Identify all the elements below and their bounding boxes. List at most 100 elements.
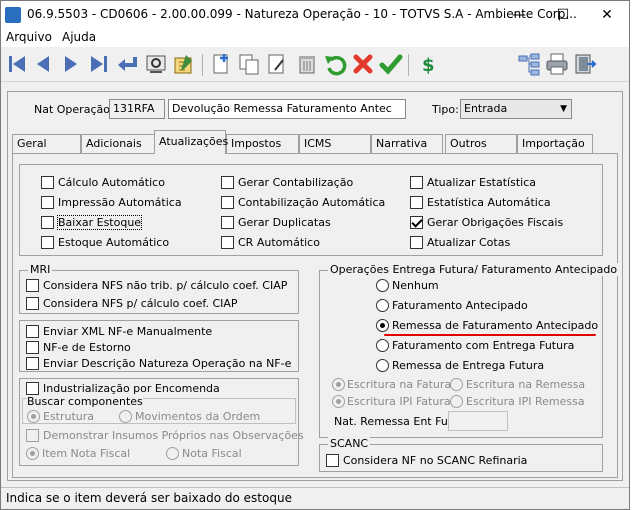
movimentos-radio[interactable] [119, 410, 132, 423]
tipo-select[interactable]: Entrada ▼ [460, 99, 572, 119]
main-window: 06.9.5503 - CD0606 - 2.00.00.099 - Natur… [0, 0, 630, 510]
menu-bar: Arquivo Ajuda [1, 29, 629, 47]
baixar-estoque-checkbox[interactable] [41, 216, 54, 229]
scanc-checkbox[interactable] [326, 454, 339, 467]
minimize-button[interactable]: — [497, 1, 541, 29]
enviar-desc-nat-checkbox[interactable] [26, 357, 39, 370]
add-record-icon[interactable] [209, 52, 233, 76]
gerar-contab-label: Gerar Contabilização [238, 176, 354, 189]
tree-icon[interactable] [517, 52, 541, 76]
escr-remessa-radio[interactable] [450, 378, 463, 391]
industrializacao-checkbox[interactable] [26, 382, 39, 395]
menu-arquivo[interactable]: Arquivo [6, 30, 52, 44]
tab-atualizacoes[interactable]: Atualizações [154, 130, 228, 154]
toolbar-separator [408, 54, 409, 76]
remessa-fat-label: Remessa de Faturamento Antecipado [392, 319, 599, 332]
demonstrar-insumos-checkbox[interactable] [26, 429, 39, 442]
next-record-icon[interactable] [59, 52, 83, 76]
item-nf-radio[interactable] [26, 447, 39, 460]
edit-list-icon[interactable] [172, 52, 196, 76]
nfe-group: Enviar XML NF-e Manualmente NF-e de Esto… [19, 320, 299, 372]
nfe-estorno-checkbox[interactable] [26, 341, 39, 354]
atual-estat-checkbox[interactable] [410, 176, 423, 189]
nat-remessa-label: Nat. Remessa Ent Fut: [334, 415, 456, 428]
gerar-contab-checkbox[interactable] [221, 176, 234, 189]
nfs-nao-trib-checkbox[interactable] [26, 279, 39, 292]
escr-ipi-fatura-radio[interactable] [332, 395, 345, 408]
menu-ajuda[interactable]: Ajuda [62, 30, 96, 44]
cr-auto-checkbox[interactable] [221, 236, 234, 249]
tab-importacao[interactable]: Importação [517, 134, 593, 153]
tipo-select-value: Entrada [464, 102, 508, 115]
remessa-fat-radio[interactable] [376, 319, 389, 332]
print-icon[interactable] [545, 52, 569, 76]
nat-operacao-code-field[interactable]: 131RFA [109, 99, 165, 119]
copy-record-icon[interactable] [237, 52, 261, 76]
estat-auto-checkbox[interactable] [410, 196, 423, 209]
cr-auto-label: CR Automático [238, 236, 320, 249]
tipo-label: Tipo: [432, 103, 459, 116]
gerar-obrig-checkbox[interactable] [410, 216, 423, 229]
exit-icon[interactable] [573, 52, 597, 76]
tab-outros[interactable]: Outros [445, 134, 517, 153]
confirm-icon[interactable] [379, 52, 403, 76]
enviar-xml-label: Enviar XML NF-e Manualmente [43, 325, 213, 338]
tab-impostos[interactable]: Impostos [226, 134, 299, 153]
search-icon[interactable] [144, 52, 168, 76]
remessa-entrega-radio[interactable] [376, 359, 389, 372]
title-bar: 06.9.5503 - CD0606 - 2.00.00.099 - Natur… [1, 1, 629, 29]
fat-antecipado-label: Faturamento Antecipado [392, 299, 528, 312]
enviar-desc-nat-label: Enviar Descrição Natureza Operação na NF… [43, 357, 292, 370]
nenhum-radio[interactable] [376, 279, 389, 292]
calc-auto-checkbox[interactable] [41, 176, 54, 189]
scanc-group: SCANC Considera NF no SCANC Refinaria [319, 437, 603, 472]
tab-icms[interactable]: ICMS [299, 134, 371, 153]
undo-icon[interactable] [323, 52, 347, 76]
escr-ipi-remessa-radio[interactable] [450, 395, 463, 408]
contab-auto-checkbox[interactable] [221, 196, 234, 209]
atualizacoes-group: Cálculo Automático Impressão Automática … [19, 164, 603, 256]
goto-record-icon[interactable] [115, 52, 139, 76]
escr-remessa-label: Escritura na Remessa [466, 378, 586, 391]
item-nf-label: Item Nota Fiscal [42, 447, 131, 460]
impressao-auto-checkbox[interactable] [41, 196, 54, 209]
previous-record-icon[interactable] [31, 52, 55, 76]
nat-operacao-desc-field[interactable]: Devolução Remessa Faturamento Antec [168, 99, 406, 119]
form-panel: Nat Operação: 131RFA Devolução Remessa F… [7, 91, 623, 481]
tab-narrativa[interactable]: Narrativa [371, 134, 443, 153]
tab-adicionais[interactable]: Adicionais [81, 134, 156, 153]
nfe-estorno-label: NF-e de Estorno [43, 341, 131, 354]
maximize-button[interactable]: ☐ [541, 1, 585, 29]
impressao-auto-label: Impressão Automática [58, 196, 182, 209]
calc-auto-label: Cálculo Automático [58, 176, 165, 189]
fat-antecipado-radio[interactable] [376, 299, 389, 312]
estrutura-radio[interactable] [27, 410, 40, 423]
dollar-icon[interactable]: $ [415, 52, 439, 76]
fat-entrega-label: Faturamento com Entrega Futura [392, 339, 575, 352]
window-title: 06.9.5503 - CD0606 - 2.00.00.099 - Natur… [27, 7, 577, 21]
nfs-ciap-checkbox[interactable] [26, 297, 39, 310]
nenhum-label: Nenhum [392, 279, 439, 292]
delete-record-icon[interactable] [295, 52, 319, 76]
gerar-dup-checkbox[interactable] [221, 216, 234, 229]
fat-entrega-radio[interactable] [376, 339, 389, 352]
industrializacao-label: Industrialização por Encomenda [43, 382, 220, 395]
enviar-xml-checkbox[interactable] [26, 325, 39, 338]
toolbar-separator [202, 54, 203, 76]
cancel-icon[interactable] [351, 52, 375, 76]
edit-record-icon[interactable] [265, 52, 289, 76]
buscar-componentes-group: Buscar componentes Estrutura Movimentos … [22, 395, 296, 424]
baixar-estoque-label: Baixar Estoque [56, 215, 143, 230]
app-icon [5, 7, 21, 23]
close-button[interactable]: ✕ [585, 1, 629, 29]
nota-fiscal-radio[interactable] [166, 447, 179, 460]
atual-cotas-checkbox[interactable] [410, 236, 423, 249]
tab-geral[interactable]: Geral [12, 134, 81, 153]
escr-fatura-radio[interactable] [332, 378, 345, 391]
last-record-icon[interactable] [87, 52, 111, 76]
estoque-auto-checkbox[interactable] [41, 236, 54, 249]
scanc-label: Considera NF no SCANC Refinaria [343, 454, 528, 467]
mri-group: MRI Considera NFS não trib. p/ cálculo c… [19, 263, 299, 314]
first-record-icon[interactable] [5, 52, 29, 76]
nat-remessa-field[interactable] [448, 411, 508, 431]
